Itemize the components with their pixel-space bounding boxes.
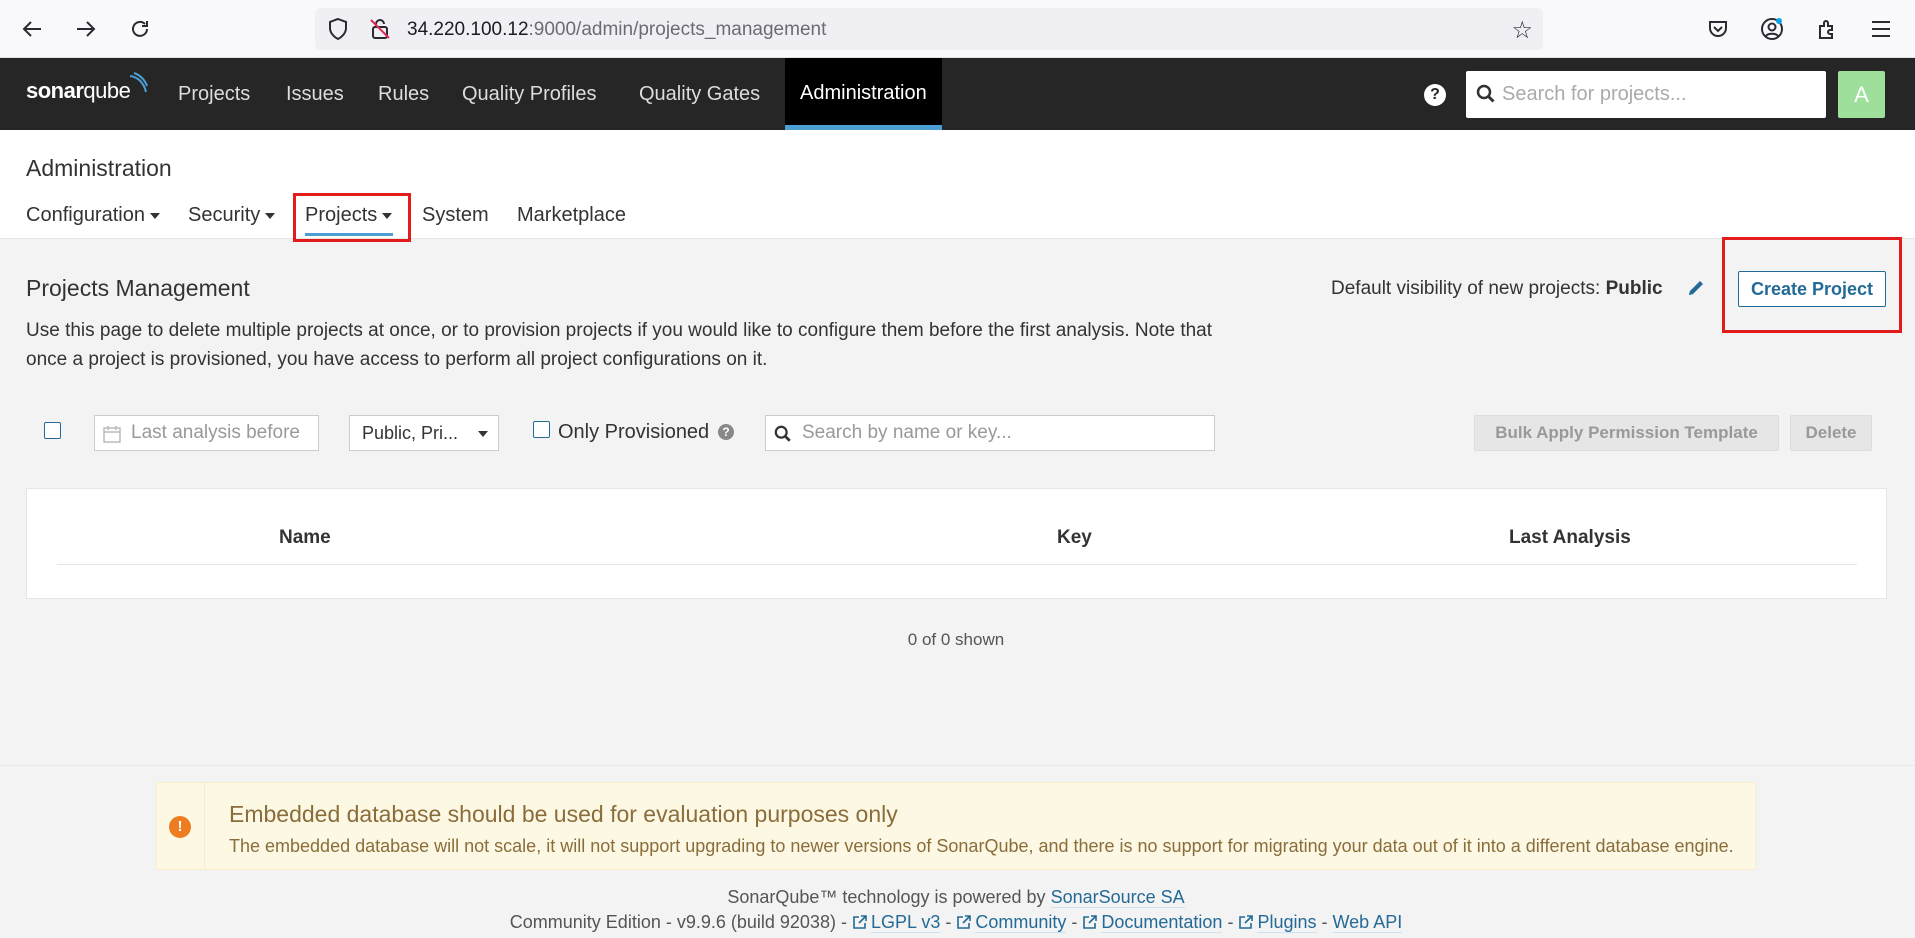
plugins-link[interactable]: Plugins — [1257, 912, 1317, 933]
delete-button[interactable]: Delete — [1790, 415, 1872, 451]
only-provisioned-checkbox[interactable] — [533, 421, 550, 438]
tab-security-label: Security — [188, 204, 261, 226]
embedded-database-warning: ! Embedded database should be used for e… — [156, 782, 1756, 870]
logo-text-bold: sonar — [26, 78, 84, 103]
forward-button[interactable] — [68, 12, 104, 46]
nav-projects[interactable]: Projects — [163, 58, 265, 130]
web-api-link[interactable]: Web API — [1332, 912, 1403, 933]
powered-by-line: SonarQube™ technology is powered by Sona… — [0, 887, 1912, 908]
tab-projects[interactable]: Projects — [305, 204, 393, 227]
nav-quality-gates[interactable]: Quality Gates — [624, 58, 775, 130]
logo-text-light: qube — [83, 78, 131, 103]
help-icon[interactable]: ? — [1424, 84, 1446, 106]
active-tab-indicator — [305, 233, 393, 236]
external-link-icon — [853, 915, 867, 929]
search-icon — [774, 425, 791, 442]
bulk-apply-permission-template-button[interactable]: Bulk Apply Permission Template — [1474, 415, 1779, 451]
nav-administration[interactable]: Administration — [785, 58, 942, 130]
pencil-icon — [1689, 281, 1703, 295]
tab-configuration-label: Configuration — [26, 204, 145, 226]
page-title: Administration — [26, 155, 172, 181]
last-analysis-input[interactable] — [131, 416, 316, 450]
bookmark-star-icon[interactable]: ☆ — [1511, 16, 1533, 45]
warning-title: Embedded database should be used for eva… — [229, 801, 898, 827]
back-button[interactable] — [14, 12, 50, 46]
calendar-icon — [103, 426, 121, 443]
back-arrow-icon — [22, 21, 41, 37]
table-header-divider — [57, 564, 1857, 565]
last-analysis-date-filter[interactable] — [94, 415, 319, 451]
global-search-input[interactable] — [1502, 71, 1817, 118]
warning-text: The embedded database will not scale, it… — [229, 836, 1734, 856]
global-navigation: sonarqube Projects Issues Rules Quality … — [0, 58, 1915, 130]
address-bar[interactable]: 34.220.100.12:9000/admin/projects_manage… — [315, 8, 1543, 50]
create-project-button[interactable]: Create Project — [1738, 271, 1886, 307]
tab-marketplace[interactable]: Marketplace — [517, 204, 626, 227]
column-header-name: Name — [279, 527, 331, 548]
url-host: 34.220.100.12 — [407, 19, 529, 40]
external-link-icon — [1083, 915, 1098, 929]
result-count: 0 of 0 shown — [907, 630, 1005, 649]
documentation-link[interactable]: Documentation — [1101, 912, 1223, 933]
pocket-icon[interactable] — [1701, 12, 1735, 46]
projects-table: Name Key Last Analysis — [26, 488, 1887, 599]
search-icon — [1476, 84, 1495, 103]
edition-line: Community Edition - v9.9.6 (build 92038)… — [509, 912, 1403, 933]
nav-issues[interactable]: Issues — [271, 58, 359, 130]
url-path: :9000/admin/projects_management — [528, 19, 827, 40]
account-icon[interactable] — [1755, 12, 1789, 46]
insecure-lock-icon[interactable] — [370, 18, 390, 40]
powered-by-text: SonarQube™ technology is powered by — [727, 887, 1046, 907]
sonarqube-logo[interactable]: sonarqube — [26, 72, 148, 104]
nav-quality-profiles[interactable]: Quality Profiles — [447, 58, 612, 130]
edition-text: Community Edition - v9.9.6 (build 92038)… — [509, 912, 847, 932]
tab-security[interactable]: Security — [188, 204, 276, 227]
lgpl-link[interactable]: LGPL v3 — [870, 912, 941, 933]
admin-header: Administration Configuration Security Pr… — [0, 130, 1915, 239]
hamburger-menu-icon[interactable] — [1864, 12, 1898, 46]
project-search[interactable] — [765, 415, 1215, 451]
community-link[interactable]: Community — [975, 912, 1067, 933]
visibility-select[interactable]: Public, Pri... — [349, 415, 499, 451]
column-header-key: Key — [1057, 527, 1092, 548]
external-link-icon — [957, 915, 972, 929]
project-search-input[interactable] — [802, 416, 1207, 450]
reload-icon — [132, 20, 148, 37]
section-title: Projects Management — [26, 275, 250, 301]
chevron-down-icon — [382, 212, 393, 219]
nav-rules[interactable]: Rules — [363, 58, 444, 130]
exclamation-icon: ! — [169, 816, 191, 838]
reload-button[interactable] — [122, 12, 158, 46]
global-search[interactable] — [1466, 71, 1826, 118]
only-provisioned-label[interactable]: Only Provisioned — [558, 421, 709, 444]
visibility-label: Default visibility of new projects: — [1331, 278, 1601, 299]
tab-configuration[interactable]: Configuration — [26, 204, 160, 227]
edit-visibility-button[interactable] — [1686, 278, 1706, 303]
extensions-icon[interactable] — [1810, 12, 1844, 46]
column-header-last-analysis: Last Analysis — [1509, 527, 1631, 548]
tab-system[interactable]: System — [422, 204, 489, 227]
forward-arrow-icon — [77, 21, 96, 37]
visibility-select-value: Public, Pri... — [362, 423, 459, 443]
default-visibility: Default visibility of new projects: Publ… — [1331, 278, 1663, 300]
chevron-down-icon — [265, 212, 276, 219]
chevron-down-icon — [478, 431, 488, 437]
url-text[interactable]: 34.220.100.12:9000/admin/projects_manage… — [407, 19, 826, 41]
external-link-icon — [1239, 915, 1254, 929]
visibility-value: Public — [1605, 278, 1663, 299]
user-avatar[interactable]: A — [1838, 71, 1885, 118]
section-description: Use this page to delete multiple project… — [26, 320, 1213, 370]
shield-icon[interactable] — [327, 17, 349, 41]
sonarsource-link[interactable]: SonarSource SA — [1050, 887, 1185, 908]
question-help-icon[interactable]: ? — [718, 424, 734, 440]
tab-projects-label: Projects — [305, 204, 378, 226]
select-all-checkbox[interactable] — [44, 422, 61, 439]
warning-icon-column: ! — [157, 783, 205, 869]
browser-toolbar: 34.220.100.12:9000/admin/projects_manage… — [0, 0, 1915, 58]
logo-wave-icon — [129, 72, 148, 93]
chevron-down-icon — [149, 212, 160, 219]
